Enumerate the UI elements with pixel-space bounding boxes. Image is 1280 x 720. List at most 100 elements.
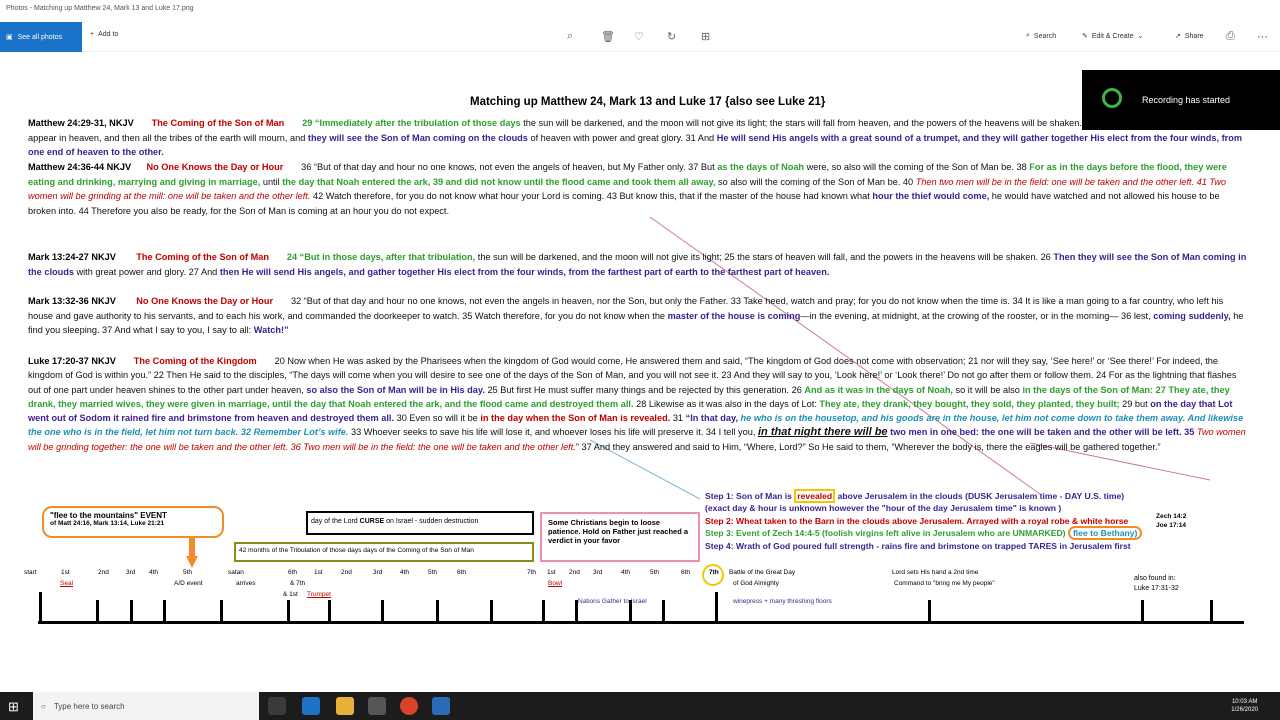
taskbar-search-input: Type here to search	[53, 701, 125, 711]
add-to-button[interactable]: + Add to	[90, 31, 118, 38]
verse-text: then He will send His angels, and gather…	[219, 266, 830, 277]
verse-text: 28 Likewise as it was also in the days o…	[633, 398, 820, 409]
verse-text: in that night there will be	[757, 426, 888, 439]
lord-label-2: Command to "bring me My people"	[894, 580, 995, 587]
mark-13-24-heading: The Coming of the Son of Man	[136, 252, 269, 262]
verse-text: 42 Watch therefore, for you do not know …	[310, 191, 873, 202]
verse-text: in the day when the Son of Man is reveal…	[480, 413, 671, 424]
timeline-tick	[287, 600, 290, 622]
battle-label-2: of God Almighty	[733, 580, 779, 587]
matthew-24-29-ref: Matthew 24:29-31, NKJV	[28, 118, 134, 128]
search-label: Search	[1033, 32, 1057, 40]
seal-label: Seal	[60, 580, 74, 587]
edit-create-label: Edit & Create	[1091, 32, 1134, 40]
matthew-24-29-heading: The Coming of the Son of Man	[151, 118, 285, 128]
timeline-tick	[629, 600, 632, 622]
heart-icon[interactable]: ♡	[634, 30, 644, 43]
clock-time: 10:03 AM	[1231, 699, 1258, 705]
edit-create-button[interactable]: ✎ Edit & Create ⌄	[1082, 32, 1144, 41]
verse-text: 29 but	[1119, 398, 1151, 409]
share-icon: ↗	[1175, 33, 1181, 40]
search-button[interactable]: ⌕ Search	[1026, 32, 1056, 40]
task-view-icon[interactable]	[268, 697, 286, 715]
timeline-tick	[163, 600, 166, 622]
photos-app-icon[interactable]	[432, 697, 450, 715]
timeline-tick	[928, 600, 931, 622]
timeline-tick	[542, 600, 545, 622]
verse-text: 33 Whoever seeks to save his life will l…	[348, 427, 758, 438]
mark-13-32-section: Mark 13:32-36 NKJV No One Knows the Day …	[28, 294, 1248, 338]
windows-start-icon[interactable]: ⊞	[8, 699, 19, 715]
verse-text: were, so also will the coming of the Son…	[804, 162, 1030, 172]
image-canvas: Matching up Matthew 24, Mark 13 and Luke…	[0, 52, 1280, 692]
timeline-baseline	[38, 621, 1244, 624]
timeline-label: 7th	[527, 569, 537, 576]
verse-text: so also will the coming of the Son of Ma…	[715, 176, 916, 187]
timeline-label: 1st	[314, 569, 323, 576]
verse-text: two men in one bed: the one will be take…	[887, 427, 1197, 438]
verse-text: 31	[670, 413, 686, 424]
timeline-label: 2nd	[569, 569, 580, 576]
timeline-label: 2nd	[341, 569, 352, 576]
timeline-label: 3rd	[593, 569, 603, 576]
recording-text: Recording has started	[1142, 95, 1231, 105]
step-1-text: above Jerusalem in the clouds (DUSK Jeru…	[835, 491, 1125, 501]
also-ref: Luke 17:31-32	[1134, 585, 1179, 592]
share-button[interactable]: ↗ Share	[1175, 32, 1204, 41]
matthew-24-36-section: Matthew 24:36-44 NKJV No One Knows the D…	[28, 160, 1248, 218]
mark-13-24-ref: Mark 13:24-27 NKJV	[28, 252, 116, 262]
zoom-icon[interactable]: ⌕	[567, 30, 573, 43]
verse-text: —in the evening, at midnight, at the cro…	[800, 310, 1154, 321]
step-3-text: Step 3: Event of Zech 14:4-5 (foolish vi…	[705, 528, 1068, 539]
verse-text: “In that day,	[685, 413, 738, 424]
verse-text: coming suddenly,	[1153, 310, 1231, 321]
verse-text: ” 37 And they answered and said to Him, …	[575, 441, 1161, 452]
plus-icon: +	[90, 31, 95, 38]
verse-text: the sun will be darkened, and the moon w…	[475, 252, 1054, 262]
flee-title: "flee to the mountains" EVENT	[50, 511, 167, 520]
timeline-tick	[130, 600, 133, 622]
file-explorer-icon[interactable]	[336, 697, 354, 715]
joe-note: Joe 17:14	[1156, 522, 1187, 529]
chrome-icon[interactable]	[400, 697, 418, 715]
trumpet-label: Trumpet	[307, 591, 331, 598]
battle-label-1: Battle of the Great Day	[729, 569, 796, 576]
and-1st-label: & 1st	[283, 591, 298, 598]
patience-box: Some Christians begin to loose patience.…	[540, 512, 700, 562]
timeline-label: start	[24, 569, 37, 576]
edge-icon[interactable]	[302, 697, 320, 715]
timeline-label: 5th	[428, 569, 438, 576]
see-all-photos-button[interactable]: ▣ See all photos	[0, 22, 82, 52]
rotate-icon[interactable]: ↻	[667, 30, 676, 43]
winepress-label: winepress + many threshing floors	[733, 598, 832, 605]
add-to-label: Add to	[98, 31, 119, 38]
delete-icon[interactable]: 🗑	[601, 30, 615, 43]
curse-text: day of the Lord	[311, 518, 360, 525]
timeline-tick	[328, 600, 331, 622]
timeline-label: 1st	[61, 569, 70, 576]
also-label: also found in:	[1134, 575, 1176, 582]
store-icon[interactable]	[368, 697, 386, 715]
also-found-note: also found in: Luke 17:31-32	[1134, 574, 1179, 594]
photos-toolbar: ▣ See all photos + Add to ⌕ 🗑 ♡ ↻ ⊞ ⌕ Se…	[0, 22, 1280, 52]
system-clock[interactable]: 10:03 AM 1/26/2020	[1231, 698, 1258, 714]
curse-text: on Israel - sudden destruction	[384, 518, 479, 525]
timeline-label: 5th	[183, 569, 193, 576]
curse-box: day of the Lord CURSE on Israel - sudden…	[306, 511, 534, 535]
document-title: Matching up Matthew 24, Mark 13 and Luke…	[470, 96, 826, 108]
luke-17-20-heading: The Coming of the Kingdom	[133, 356, 257, 366]
more-icon[interactable]: ⋯	[1257, 30, 1268, 43]
verse-text: 25 But first He must suffer many things …	[484, 384, 805, 395]
recording-notification: Recording has started	[1082, 70, 1280, 130]
zech-note: Zech 14:2	[1156, 513, 1187, 520]
edit-icon: ✎	[1082, 33, 1088, 40]
chevron-down-icon: ⌄	[1137, 33, 1144, 40]
nations-label: Nations Gather to Israel	[578, 598, 647, 605]
share-label: Share	[1184, 32, 1204, 40]
crop-icon[interactable]: ⊞	[701, 30, 710, 43]
step-4: Step 4: Wrath of God poured full strengt…	[705, 540, 1131, 551]
print-icon[interactable]: ⎙	[1226, 30, 1235, 43]
orange-arrow-icon	[186, 538, 198, 568]
taskbar-search[interactable]: ○ Type here to search	[33, 692, 259, 720]
lord-label-1: Lord sets His hand a 2nd time	[892, 569, 979, 576]
